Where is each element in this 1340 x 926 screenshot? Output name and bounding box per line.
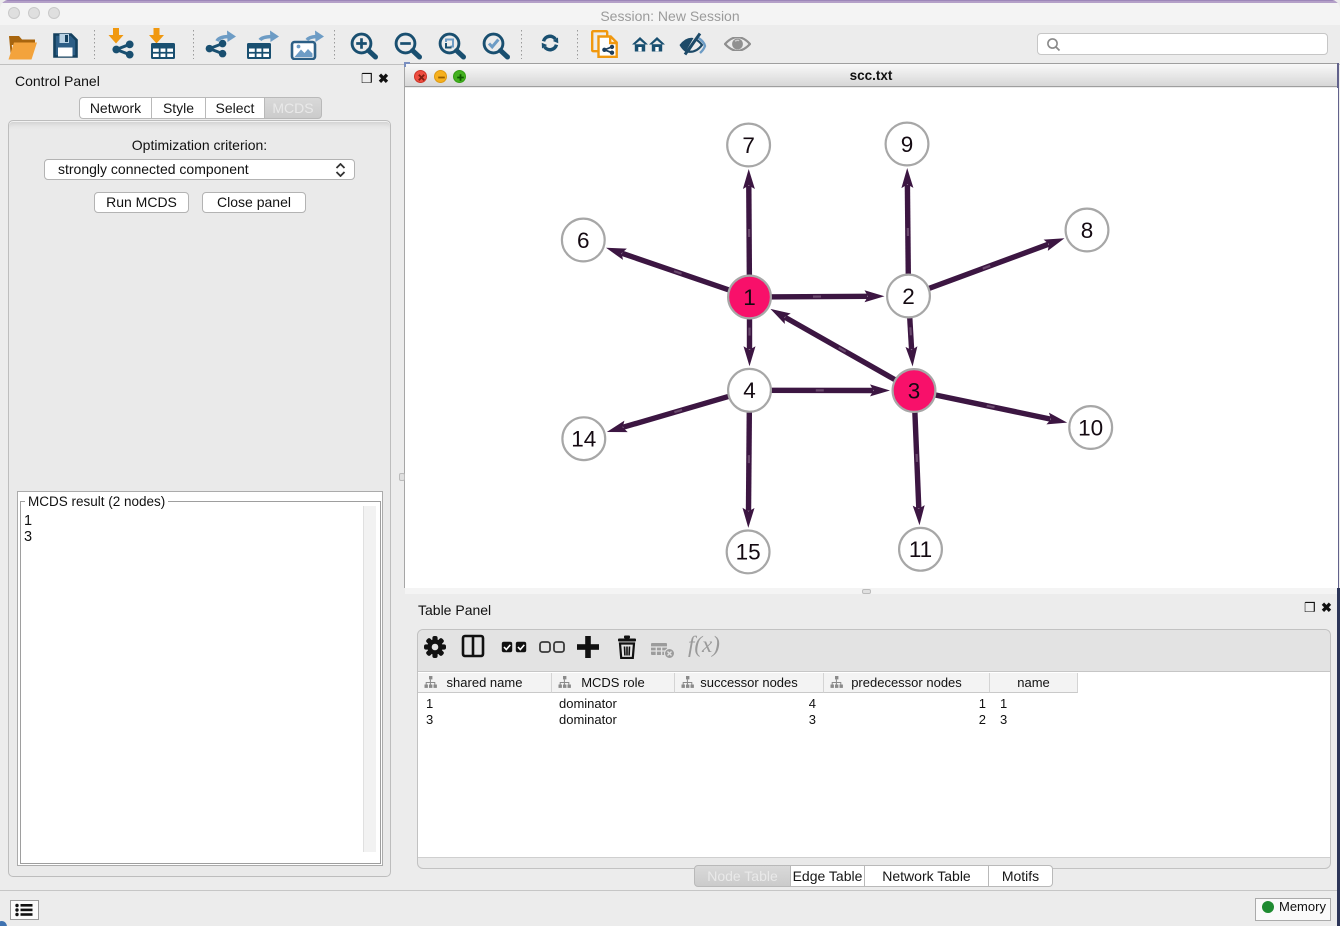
svg-text:6: 6: [577, 228, 590, 253]
svg-text:2: 2: [902, 284, 915, 309]
svg-text:14: 14: [571, 427, 596, 452]
svg-text:8: 8: [1081, 218, 1094, 243]
svg-text:15: 15: [736, 540, 761, 565]
svg-text:10: 10: [1078, 415, 1103, 440]
svg-text:1: 1: [743, 285, 756, 310]
svg-text:7: 7: [742, 133, 755, 158]
svg-text:11: 11: [909, 537, 932, 562]
svg-text:4: 4: [743, 378, 756, 403]
svg-text:3: 3: [908, 378, 921, 403]
svg-text:9: 9: [901, 132, 914, 157]
